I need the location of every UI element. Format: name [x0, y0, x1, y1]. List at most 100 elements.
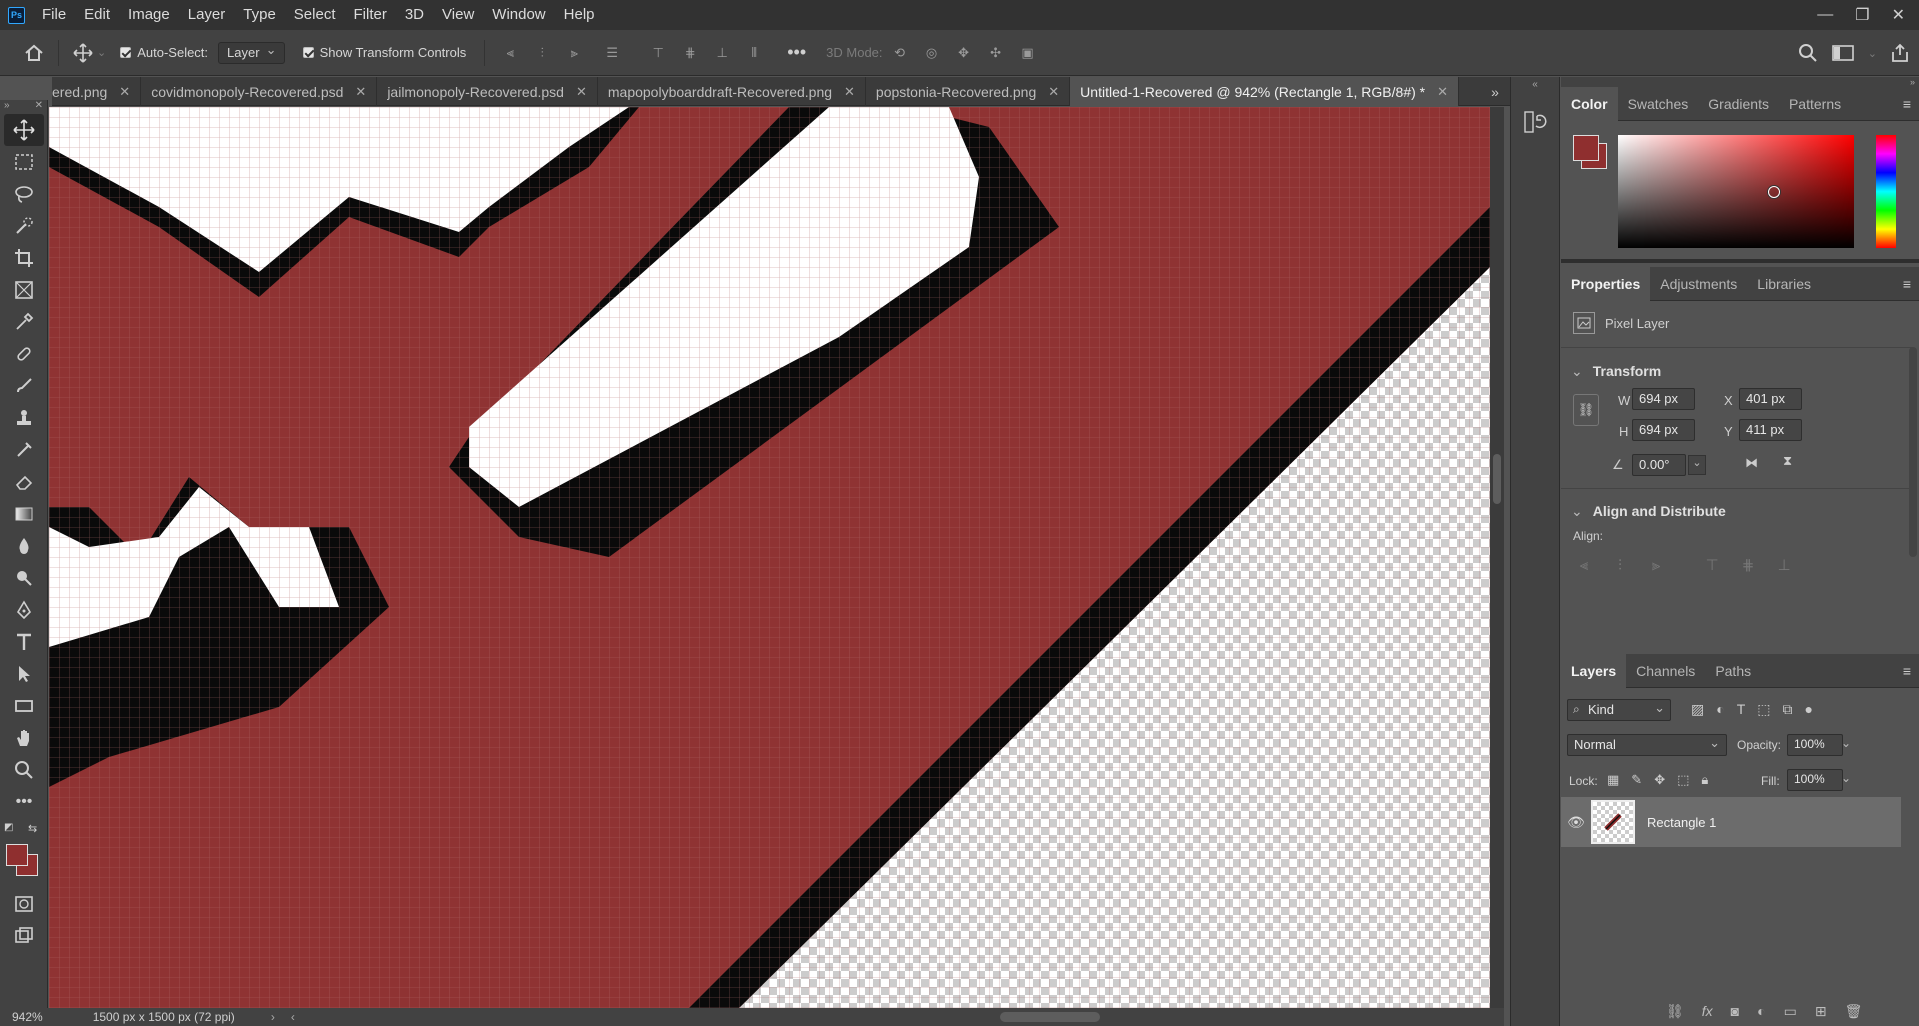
menu-select[interactable]: Select: [285, 0, 345, 30]
color-picker-circle[interactable]: [1768, 186, 1780, 198]
lock-transparent-icon[interactable]: ▦: [1607, 772, 1619, 788]
menu-file[interactable]: File: [33, 0, 75, 30]
align-vertical-centers-icon[interactable]: ⋕: [1737, 556, 1759, 574]
3d-scale-icon[interactable]: ▣: [1017, 42, 1039, 64]
lock-pixels-icon[interactable]: ✎: [1631, 772, 1642, 788]
align-horizontal-centers-icon[interactable]: ⫶: [1609, 557, 1631, 574]
panel-menu-icon[interactable]: ≡: [1903, 276, 1911, 292]
brush-tool[interactable]: [4, 370, 44, 402]
tab-overflow-icon[interactable]: »: [1480, 77, 1510, 106]
add-mask-icon[interactable]: ◙: [1731, 1003, 1739, 1020]
width-field[interactable]: 694 px: [1632, 388, 1695, 410]
path-selection-tool[interactable]: [4, 658, 44, 690]
tab-libraries[interactable]: Libraries: [1747, 267, 1821, 301]
doc-tab[interactable]: covidmonopoly-Recovered.psd ✕: [141, 77, 378, 106]
close-icon[interactable]: ✕: [35, 100, 43, 114]
x-field[interactable]: 401 px: [1739, 388, 1802, 410]
tab-layers[interactable]: Layers: [1561, 653, 1627, 688]
distribute-icon[interactable]: ☰: [601, 42, 623, 64]
workspace-icon[interactable]: [1831, 44, 1854, 62]
align-left-edges-icon[interactable]: ⫷: [1573, 557, 1595, 574]
chevron-down-icon[interactable]: ⌄: [97, 46, 106, 59]
link-icon[interactable]: ⛓: [1573, 394, 1599, 426]
filter-shape-icon[interactable]: ⬚: [1757, 701, 1770, 718]
3d-orbit-icon[interactable]: ⟲: [889, 42, 911, 64]
collapse-panels-icon[interactable]: »: [1910, 77, 1915, 87]
document-canvas[interactable]: [49, 107, 1490, 1008]
layer-row[interactable]: 👁︎ Rectangle 1: [1561, 797, 1901, 847]
horizontal-scroll-thumb[interactable]: [1000, 1012, 1100, 1022]
restore-icon[interactable]: ❐: [1855, 5, 1869, 25]
pen-tool[interactable]: [4, 594, 44, 626]
menu-help[interactable]: Help: [555, 0, 604, 30]
color-panel-foreground[interactable]: [1573, 135, 1599, 161]
layer-thumbnail[interactable]: [1591, 800, 1635, 844]
new-adjustment-icon[interactable]: ◐: [1757, 1003, 1765, 1020]
align-center-icon[interactable]: ⫶: [531, 42, 553, 64]
scroll-left-icon[interactable]: ‹: [291, 1010, 295, 1024]
align-right-edges-icon[interactable]: ⫸: [1645, 557, 1667, 574]
doc-tab[interactable]: popstonia-Recovered.png ✕: [866, 77, 1071, 106]
tab-paths[interactable]: Paths: [1705, 654, 1761, 688]
minimize-icon[interactable]: —: [1817, 6, 1833, 24]
properties-scrollbar[interactable]: [1909, 347, 1917, 557]
dodge-tool[interactable]: [4, 562, 44, 594]
default-colors-icon[interactable]: ◩: [4, 822, 13, 833]
menu-layer[interactable]: Layer: [179, 0, 235, 30]
y-field[interactable]: 411 px: [1739, 419, 1802, 441]
lock-all-icon[interactable]: 🔒︎: [1701, 772, 1708, 788]
menu-image[interactable]: Image: [119, 0, 179, 30]
align-section-title[interactable]: Align and Distribute: [1571, 503, 1726, 520]
collapse-icon[interactable]: »: [4, 100, 10, 114]
align-bottom-edges-icon[interactable]: ⊥: [1773, 556, 1795, 574]
fill-chevron-icon[interactable]: ⌄: [1841, 771, 1851, 785]
opacity-field[interactable]: 100%: [1787, 734, 1843, 756]
align-top-edges-icon[interactable]: ⊤: [1701, 556, 1723, 574]
search-icon[interactable]: [1798, 43, 1818, 63]
layer-style-icon[interactable]: fx: [1702, 1003, 1713, 1020]
3d-roll-icon[interactable]: ◎: [921, 42, 943, 64]
eraser-tool[interactable]: [4, 466, 44, 498]
type-tool[interactable]: [4, 626, 44, 658]
angle-dropdown-icon[interactable]: ⌄: [1688, 455, 1706, 475]
show-transform-checkbox[interactable]: [302, 47, 314, 58]
align-middle-icon[interactable]: ⋕: [679, 42, 701, 64]
filter-adjustment-icon[interactable]: ◐: [1716, 701, 1724, 718]
align-right-icon[interactable]: ⫸: [563, 42, 585, 64]
home-icon[interactable]: [20, 39, 48, 67]
3d-pan-icon[interactable]: ✥: [953, 42, 975, 64]
align-top-icon[interactable]: ⊤: [647, 42, 669, 64]
history-brush-tool[interactable]: [4, 434, 44, 466]
share-icon[interactable]: [1891, 43, 1909, 63]
transform-section-title[interactable]: Transform: [1571, 363, 1661, 380]
menu-edit[interactable]: Edit: [75, 0, 119, 30]
edit-toolbar-icon[interactable]: •••: [4, 786, 44, 818]
close-icon[interactable]: ✕: [355, 84, 366, 100]
link-layers-icon[interactable]: ⛓: [1666, 1003, 1684, 1020]
healing-brush-tool[interactable]: [4, 338, 44, 370]
menu-3d[interactable]: 3D: [396, 0, 433, 30]
collapse-icon[interactable]: «: [1511, 79, 1559, 90]
doc-tab-active[interactable]: Untitled-1-Recovered @ 942% (Rectangle 1…: [1070, 77, 1460, 106]
zoom-level[interactable]: 942%: [12, 1010, 43, 1024]
filter-pixel-icon[interactable]: ▨: [1691, 701, 1704, 718]
height-field[interactable]: 694 px: [1632, 419, 1695, 441]
visibility-eye-icon[interactable]: 👁︎: [1561, 814, 1591, 831]
tab-swatches[interactable]: Swatches: [1618, 87, 1699, 121]
foreground-color[interactable]: [6, 844, 28, 866]
tab-color[interactable]: Color: [1561, 86, 1618, 121]
hand-tool[interactable]: [4, 722, 44, 754]
gradient-tool[interactable]: [4, 498, 44, 530]
blur-tool[interactable]: [4, 530, 44, 562]
lasso-tool[interactable]: [4, 178, 44, 210]
close-icon[interactable]: ✕: [119, 84, 130, 100]
eyedropper-tool[interactable]: [4, 306, 44, 338]
close-icon[interactable]: ✕: [844, 84, 855, 100]
tab-adjustments[interactable]: Adjustments: [1650, 267, 1747, 301]
marquee-tool[interactable]: [4, 146, 44, 178]
angle-field[interactable]: 0.00°: [1632, 454, 1686, 476]
quick-mask-icon[interactable]: [4, 888, 44, 920]
history-panel-icon[interactable]: [1523, 110, 1547, 134]
vertical-scroll-thumb[interactable]: [1493, 454, 1501, 504]
layer-name[interactable]: Rectangle 1: [1647, 815, 1716, 830]
